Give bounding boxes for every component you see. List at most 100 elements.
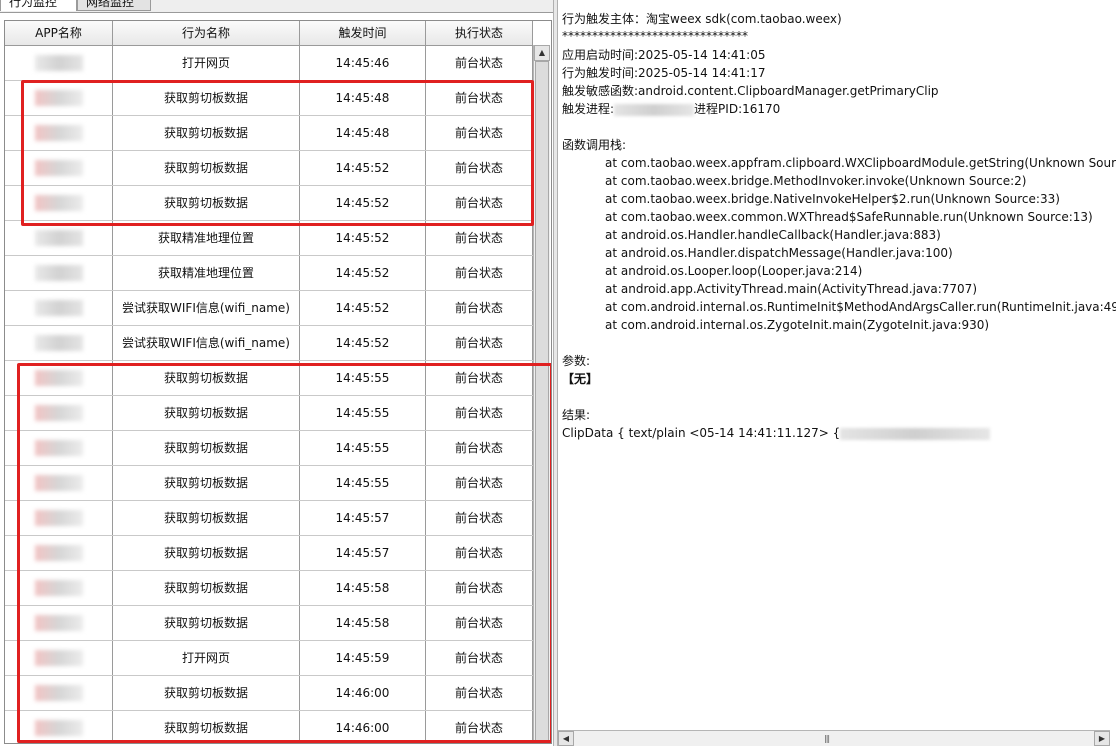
redacted-app-name bbox=[35, 55, 83, 71]
redacted-app-name bbox=[35, 300, 83, 316]
tab-bar: 行为监控 网络监控 bbox=[0, 0, 553, 13]
action-name-cell: 获取剪切板数据 bbox=[113, 711, 300, 743]
detail-panel: 行为触发主体：淘宝weex sdk(com.taobao.weex) *****… bbox=[558, 0, 1116, 730]
table-row[interactable]: 打开网页 14:45:46 前台状态 bbox=[5, 46, 533, 81]
detail-result: ClipData { text/plain <05-14 14:41:11.12… bbox=[562, 424, 991, 442]
table-row[interactable]: 获取剪切板数据 14:45:55 前台状态 bbox=[5, 431, 533, 466]
exec-status-cell: 前台状态 bbox=[426, 676, 533, 710]
scroll-right-icon[interactable]: ▶ bbox=[1094, 731, 1110, 746]
exec-status-cell: 前台状态 bbox=[426, 221, 533, 255]
redacted-app-name bbox=[35, 510, 83, 526]
stack-frame: at com.taobao.weex.bridge.NativeInvokeHe… bbox=[605, 192, 1060, 206]
table-row[interactable]: 获取剪切板数据 14:45:58 前台状态 bbox=[5, 571, 533, 606]
exec-status-cell: 前台状态 bbox=[426, 291, 533, 325]
table-row[interactable]: 获取剪切板数据 14:45:57 前台状态 bbox=[5, 501, 533, 536]
action-name-cell: 获取剪切板数据 bbox=[113, 466, 300, 500]
action-name-cell: 获取精准地理位置 bbox=[113, 256, 300, 290]
app-name-cell bbox=[5, 501, 113, 535]
table-row[interactable]: 获取剪切板数据 14:45:52 前台状态 bbox=[5, 151, 533, 186]
table-row[interactable]: 获取剪切板数据 14:45:58 前台状态 bbox=[5, 606, 533, 641]
trigger-time-cell: 14:45:55 bbox=[300, 361, 426, 395]
table-row[interactable]: 获取精准地理位置 14:45:52 前台状态 bbox=[5, 221, 533, 256]
action-name-cell: 获取剪切板数据 bbox=[113, 116, 300, 150]
stack-frame: at com.android.internal.os.ZygoteInit.ma… bbox=[605, 318, 990, 332]
action-name-cell: 打开网页 bbox=[113, 46, 300, 80]
action-name-cell: 获取剪切板数据 bbox=[113, 536, 300, 570]
trigger-time-cell: 14:46:00 bbox=[300, 676, 426, 710]
table-row[interactable]: 获取剪切板数据 14:45:48 前台状态 bbox=[5, 116, 533, 151]
table-row[interactable]: 获取剪切板数据 14:45:57 前台状态 bbox=[5, 536, 533, 571]
table-row[interactable]: 获取剪切板数据 14:45:55 前台状态 bbox=[5, 361, 533, 396]
action-name-cell: 获取剪切板数据 bbox=[113, 571, 300, 605]
trigger-time-cell: 14:46:00 bbox=[300, 711, 426, 743]
trigger-time-cell: 14:45:58 bbox=[300, 571, 426, 605]
redacted-app-name bbox=[35, 405, 83, 421]
action-name-cell: 获取剪切板数据 bbox=[113, 606, 300, 640]
table-row[interactable]: 打开网页 14:45:59 前台状态 bbox=[5, 641, 533, 676]
action-name-cell: 获取剪切板数据 bbox=[113, 151, 300, 185]
trigger-time-cell: 14:45:52 bbox=[300, 151, 426, 185]
scroll-left-icon[interactable]: ◀ bbox=[558, 731, 574, 746]
redacted-app-name bbox=[35, 265, 83, 281]
table-row[interactable]: 获取剪切板数据 14:46:00 前台状态 bbox=[5, 676, 533, 711]
detail-trigger-time: 行为触发时间:2025-05-14 14:41:17 bbox=[562, 66, 766, 80]
action-name-cell: 获取剪切板数据 bbox=[113, 676, 300, 710]
stack-frame: at com.taobao.weex.bridge.MethodInvoker.… bbox=[605, 174, 1027, 188]
horizontal-scrollbar[interactable]: ◀ ||| ▶ bbox=[558, 730, 1110, 746]
trigger-time-cell: 14:45:52 bbox=[300, 186, 426, 220]
scrollbar-grip-icon[interactable]: ||| bbox=[824, 734, 830, 743]
trigger-time-cell: 14:45:48 bbox=[300, 81, 426, 115]
tab-network-monitor[interactable]: 网络监控 bbox=[77, 0, 151, 11]
app-name-cell bbox=[5, 221, 113, 255]
table-row[interactable]: 尝试获取WIFI信息(wifi_name) 14:45:52 前台状态 bbox=[5, 291, 533, 326]
table-row[interactable]: 获取剪切板数据 14:46:00 前台状态 bbox=[5, 711, 533, 743]
exec-status-cell: 前台状态 bbox=[426, 501, 533, 535]
action-name-cell: 获取剪切板数据 bbox=[113, 501, 300, 535]
trigger-time-cell: 14:45:55 bbox=[300, 431, 426, 465]
app-name-cell bbox=[5, 151, 113, 185]
redacted-app-name bbox=[35, 195, 83, 211]
table-row[interactable]: 获取剪切板数据 14:45:52 前台状态 bbox=[5, 186, 533, 221]
table-row[interactable]: 获取精准地理位置 14:45:52 前台状态 bbox=[5, 256, 533, 291]
table-row[interactable]: 获取剪切板数据 14:45:55 前台状态 bbox=[5, 466, 533, 501]
detail-result-value: ClipData { text/plain <05-14 14:41:11.12… bbox=[562, 426, 841, 440]
table-row[interactable]: 获取剪切板数据 14:45:55 前台状态 bbox=[5, 396, 533, 431]
trigger-time-cell: 14:45:58 bbox=[300, 606, 426, 640]
app-name-cell bbox=[5, 536, 113, 570]
action-name-cell: 获取剪切板数据 bbox=[113, 81, 300, 115]
scroll-up-icon[interactable]: ▲ bbox=[534, 45, 550, 61]
scrollbar-thumb[interactable] bbox=[535, 61, 549, 741]
app-name-cell bbox=[5, 606, 113, 640]
table-row[interactable]: 尝试获取WIFI信息(wifi_name) 14:45:52 前台状态 bbox=[5, 326, 533, 361]
table-header: APP名称 行为名称 触发时间 执行状态 bbox=[5, 21, 533, 46]
detail-subject: 行为触发主体：淘宝weex sdk(com.taobao.weex) bbox=[562, 12, 842, 26]
app-name-cell bbox=[5, 466, 113, 500]
app-name-cell bbox=[5, 116, 113, 150]
app-name-cell bbox=[5, 186, 113, 220]
trigger-time-cell: 14:45:52 bbox=[300, 256, 426, 290]
trigger-time-cell: 14:45:57 bbox=[300, 536, 426, 570]
exec-status-cell: 前台状态 bbox=[426, 361, 533, 395]
exec-status-cell: 前台状态 bbox=[426, 186, 533, 220]
vertical-scrollbar[interactable]: ▲ bbox=[533, 45, 550, 743]
column-header-action-name[interactable]: 行为名称 bbox=[113, 21, 300, 45]
detail-params-value: 【无】 bbox=[562, 372, 599, 386]
exec-status-cell: 前台状态 bbox=[426, 641, 533, 675]
exec-status-cell: 前台状态 bbox=[426, 46, 533, 80]
trigger-time-cell: 14:45:59 bbox=[300, 641, 426, 675]
exec-status-cell: 前台状态 bbox=[426, 396, 533, 430]
column-header-exec-status[interactable]: 执行状态 bbox=[426, 21, 533, 45]
trigger-time-cell: 14:45:57 bbox=[300, 501, 426, 535]
redacted-app-name bbox=[35, 685, 83, 701]
action-name-cell: 尝试获取WIFI信息(wifi_name) bbox=[113, 291, 300, 325]
redacted-app-name bbox=[35, 370, 83, 386]
exec-status-cell: 前台状态 bbox=[426, 326, 533, 360]
action-name-cell: 获取剪切板数据 bbox=[113, 361, 300, 395]
table-row[interactable]: 获取剪切板数据 14:45:48 前台状态 bbox=[5, 81, 533, 116]
column-header-app-name[interactable]: APP名称 bbox=[5, 21, 113, 45]
app-name-cell bbox=[5, 641, 113, 675]
tab-behavior-monitor[interactable]: 行为监控 bbox=[0, 0, 77, 11]
redacted-app-name bbox=[35, 615, 83, 631]
column-header-trigger-time[interactable]: 触发时间 bbox=[300, 21, 426, 45]
exec-status-cell: 前台状态 bbox=[426, 536, 533, 570]
